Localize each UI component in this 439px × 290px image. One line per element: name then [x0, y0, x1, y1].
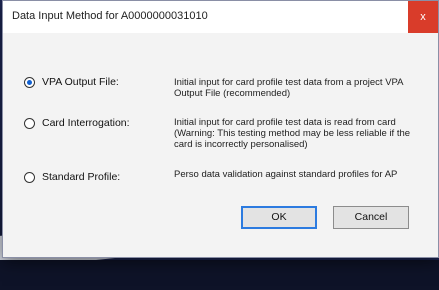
background-shape-dark [0, 260, 439, 290]
close-button[interactable]: x [408, 1, 438, 33]
option-label: Card Interrogation: [42, 117, 130, 129]
radio-card-interrogation[interactable] [24, 118, 35, 129]
cancel-button[interactable]: Cancel [333, 206, 409, 229]
radio-vpa-output-file[interactable] [24, 77, 35, 88]
option-label: VPA Output File: [42, 76, 119, 88]
close-icon: x [420, 11, 426, 23]
dialog-title: Data Input Method for A0000000031010 [12, 10, 208, 22]
option-description: Initial input for card profile test data… [174, 117, 411, 150]
option-description: Perso data validation against standard p… [174, 169, 398, 180]
radio-standard-profile[interactable] [24, 172, 35, 183]
option-label: Standard Profile: [42, 171, 121, 183]
title-bar: Data Input Method for A0000000031010 x [3, 1, 438, 33]
option-description: Initial input for card profile test data… [174, 77, 403, 99]
data-input-method-dialog: Data Input Method for A0000000031010 x V… [2, 0, 439, 258]
ok-button[interactable]: OK [241, 206, 317, 229]
